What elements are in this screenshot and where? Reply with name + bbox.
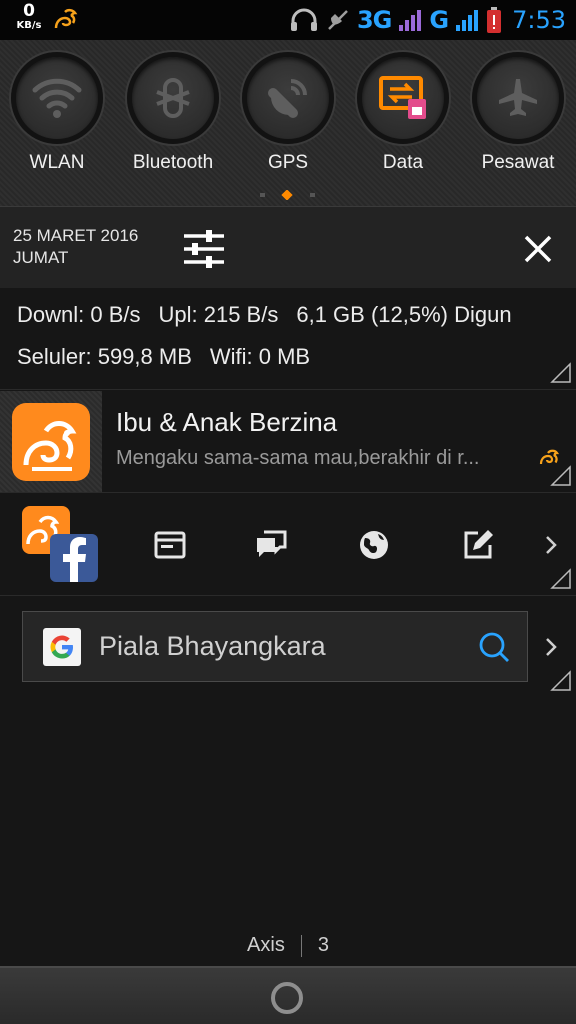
network-speed: 0 KB/s <box>12 3 46 31</box>
gps-icon <box>268 79 307 118</box>
globe-icon[interactable] <box>357 528 391 562</box>
status-bar: 0 KB/s 3G G 7:53 <box>0 0 576 40</box>
traffic-speeds: Downl: 0 B/s Upl: 215 B/s 6,1 GB (12,5%) D… <box>17 302 530 328</box>
wifi-icon <box>32 78 82 118</box>
download-speed: Downl: 0 B/s <box>17 302 141 327</box>
uc-browser-icon <box>12 403 90 481</box>
settings-sliders-icon[interactable] <box>182 227 226 271</box>
expand-corner-icon <box>550 362 571 383</box>
traffic-usage: Seluler: 599,8 MB Wifi: 0 MB <box>17 344 328 370</box>
toggle-data-label: Data <box>382 152 424 173</box>
uc-facebook-icon[interactable] <box>20 504 100 584</box>
toggle-data-circle <box>357 52 449 144</box>
toggle-bluetooth-label: Bluetooth <box>132 152 214 173</box>
clock: 7:53 <box>512 6 566 34</box>
quick-settings-panel: WLAN Bluetooth GPS Data Pesawat <box>0 40 576 206</box>
network-type: 3G <box>356 6 392 34</box>
upload-speed: Upl: 215 B/s <box>158 302 279 327</box>
search-query: Piala Bhayangkara <box>99 631 326 661</box>
day-label: JUMAT <box>13 248 69 267</box>
news-icon-box <box>0 391 102 492</box>
wifi-usage: Wifi: 0 MB <box>209 344 311 369</box>
signal-icon <box>399 10 422 31</box>
drawer-handle[interactable] <box>0 966 576 1024</box>
home-circle-icon[interactable] <box>271 982 303 1014</box>
news-subtitle: Mengaku sama-sama mau,berakhir di r... <box>116 447 480 469</box>
toggle-gps-label: GPS <box>267 152 309 173</box>
toggle-gps[interactable]: GPS <box>233 52 343 174</box>
carrier-name: Axis <box>247 934 285 956</box>
toggle-bluetooth[interactable]: Bluetooth <box>118 52 228 174</box>
toggle-wlan[interactable]: WLAN <box>2 52 112 174</box>
toggle-wlan-label: WLAN <box>29 152 85 173</box>
search-box[interactable]: Piala Bhayangkara <box>22 611 528 682</box>
news-notification[interactable]: Ibu & Anak Berzina Mengaku sama-sama mau… <box>0 391 576 493</box>
bluetooth-icon <box>156 78 190 118</box>
uc-browser-status-icon <box>54 8 78 29</box>
airplane-icon <box>499 79 537 116</box>
close-icon[interactable] <box>520 231 556 267</box>
speed-value: 0 <box>23 1 35 21</box>
browser-window-icon[interactable] <box>153 528 187 562</box>
date-block: 25 MARET 2016 JUMAT <box>13 225 138 269</box>
cellular-usage: Seluler: 599,8 MB <box>17 344 192 369</box>
date-row: 25 MARET 2016 JUMAT <box>0 206 576 288</box>
headphones-icon <box>290 8 317 31</box>
expand-corner-icon <box>550 465 571 486</box>
search-row: Piala Bhayangkara <box>0 596 576 698</box>
google-icon <box>43 628 81 666</box>
news-title: Ibu & Anak Berzina <box>116 407 338 437</box>
speed-unit: KB/s <box>16 20 42 31</box>
search-icon[interactable] <box>477 630 511 664</box>
carrier-number: 3 <box>317 934 329 956</box>
date-label: 25 MARET 2016 <box>13 226 139 245</box>
toggle-airplane-circle <box>472 52 564 144</box>
carrier-label: Axis 3 <box>0 934 576 964</box>
toggle-data[interactable]: Data <box>348 52 458 174</box>
signal-icon-2 <box>456 10 479 31</box>
edit-icon[interactable] <box>461 528 495 562</box>
chevron-right-icon[interactable] <box>542 636 560 658</box>
expand-corner-icon <box>550 568 571 589</box>
expand-corner-icon <box>550 670 571 691</box>
toggle-bluetooth-circle <box>127 52 219 144</box>
uc-small-icon <box>539 449 560 465</box>
shortcuts-row <box>0 494 576 596</box>
carrier-separator <box>300 934 302 957</box>
status-right: 3G G 7:53 <box>289 0 566 40</box>
mute-icon <box>328 10 348 30</box>
chevron-right-icon[interactable] <box>542 534 560 556</box>
traffic-monitor[interactable]: Downl: 0 B/s Upl: 215 B/s 6,1 GB (12,5%) D… <box>0 288 576 390</box>
chat-icon[interactable] <box>254 528 288 562</box>
toggle-airplane[interactable]: Pesawat <box>463 52 573 174</box>
toggle-airplane-label: Pesawat <box>481 152 555 173</box>
data-icon <box>379 76 426 119</box>
toggle-gps-circle <box>242 52 334 144</box>
network-type-2: G <box>429 6 449 34</box>
battery-icon <box>487 7 502 33</box>
storage-usage: 6,1 GB (12,5%) Digun <box>296 302 512 327</box>
google-g-icon <box>50 635 73 659</box>
toggle-wlan-circle <box>11 52 103 144</box>
page-indicator <box>260 190 315 200</box>
